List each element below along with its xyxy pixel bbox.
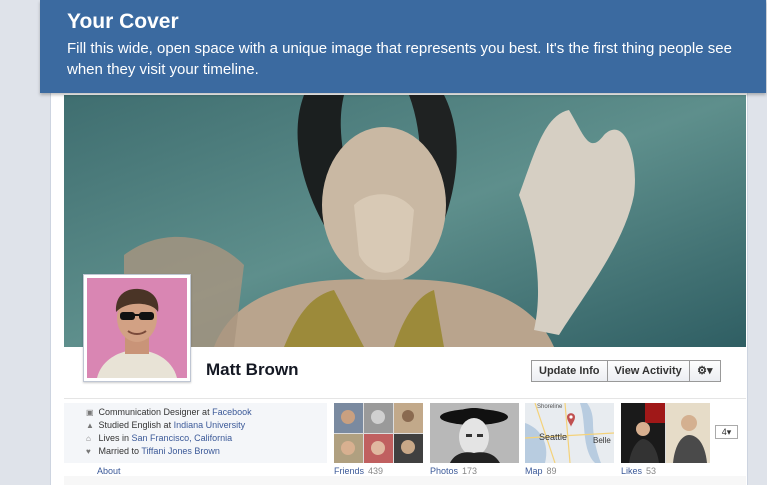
about-item-text: Married to bbox=[98, 446, 142, 456]
gear-icon: ⚙ bbox=[697, 365, 707, 377]
heart-icon: ♥ bbox=[86, 447, 91, 456]
friends-tile[interactable] bbox=[334, 403, 423, 463]
friends-label[interactable]: Friends 439 bbox=[334, 466, 383, 476]
banner-title: Your Cover bbox=[67, 10, 179, 33]
map-label-shoreline: Shoreline bbox=[537, 404, 563, 410]
friends-thumbnails bbox=[334, 403, 423, 463]
profile-name[interactable]: Matt Brown bbox=[206, 360, 299, 380]
tile-label-text: Friends bbox=[334, 466, 365, 476]
tile-count: 173 bbox=[462, 466, 478, 476]
about-item-link[interactable]: Indiana University bbox=[174, 420, 246, 430]
chevron-down-icon: ▾ bbox=[706, 365, 713, 377]
chevron-down-icon: ▾ bbox=[726, 427, 732, 437]
about-item-relationship: ♥ Married to Tiffani Jones Brown bbox=[86, 446, 220, 456]
likes-label[interactable]: Likes 53 bbox=[621, 466, 656, 476]
about-item-text: Studied English at bbox=[98, 420, 174, 430]
more-apps-select[interactable]: 4▾ bbox=[715, 425, 738, 439]
briefcase-icon: ▣ bbox=[86, 408, 94, 417]
tile-label-text: Likes bbox=[621, 466, 643, 476]
about-item-link[interactable]: San Francisco, California bbox=[132, 433, 233, 443]
tile-count: 89 bbox=[546, 466, 557, 476]
about-item-link[interactable]: Facebook bbox=[212, 407, 252, 417]
divider bbox=[64, 398, 746, 399]
home-icon: ⌂ bbox=[86, 434, 91, 443]
tile-label-text: Map bbox=[525, 466, 543, 476]
about-item-education: ▲ Studied English at Indiana University bbox=[86, 420, 245, 430]
map-label[interactable]: Map 89 bbox=[525, 466, 557, 476]
map-label-seattle: Seattle bbox=[539, 432, 568, 442]
photos-thumbnail bbox=[430, 403, 519, 463]
about-box[interactable]: ▣ Communication Designer at Facebook ▲ S… bbox=[64, 403, 327, 463]
about-item-work: ▣ Communication Designer at Facebook bbox=[86, 407, 252, 417]
likes-tile[interactable] bbox=[621, 403, 710, 463]
cover-tip-banner: Your Cover Fill this wide, open space wi… bbox=[40, 0, 766, 93]
tile-count: 53 bbox=[646, 466, 657, 476]
tile-label-text: Photos bbox=[430, 466, 459, 476]
update-info-button[interactable]: Update Info bbox=[531, 360, 608, 382]
graduation-cap-icon: ▲ bbox=[86, 421, 94, 430]
photos-tile[interactable] bbox=[430, 403, 519, 463]
about-item-text: Lives in bbox=[98, 433, 132, 443]
map-tile[interactable]: Shoreline Seattle Belle bbox=[525, 403, 614, 463]
bottom-strip bbox=[64, 476, 746, 485]
profile-actions: Update Info View Activity ⚙▾ bbox=[531, 360, 721, 382]
about-item-location: ⌂ Lives in San Francisco, California bbox=[86, 433, 232, 443]
photos-label[interactable]: Photos 173 bbox=[430, 466, 477, 476]
about-item-link[interactable]: Tiffani Jones Brown bbox=[141, 446, 220, 456]
profile-picture[interactable] bbox=[83, 274, 191, 382]
avatar bbox=[87, 278, 187, 378]
likes-thumbnails bbox=[621, 403, 710, 463]
banner-description: Fill this wide, open space with a unique… bbox=[67, 40, 732, 78]
map-label-bellevue: Belle bbox=[593, 436, 611, 445]
view-activity-button[interactable]: View Activity bbox=[607, 360, 690, 382]
about-item-text: Communication Designer at bbox=[98, 407, 213, 417]
tile-count: 439 bbox=[368, 466, 384, 476]
settings-button[interactable]: ⚙▾ bbox=[689, 360, 721, 382]
about-link[interactable]: About bbox=[97, 466, 121, 476]
